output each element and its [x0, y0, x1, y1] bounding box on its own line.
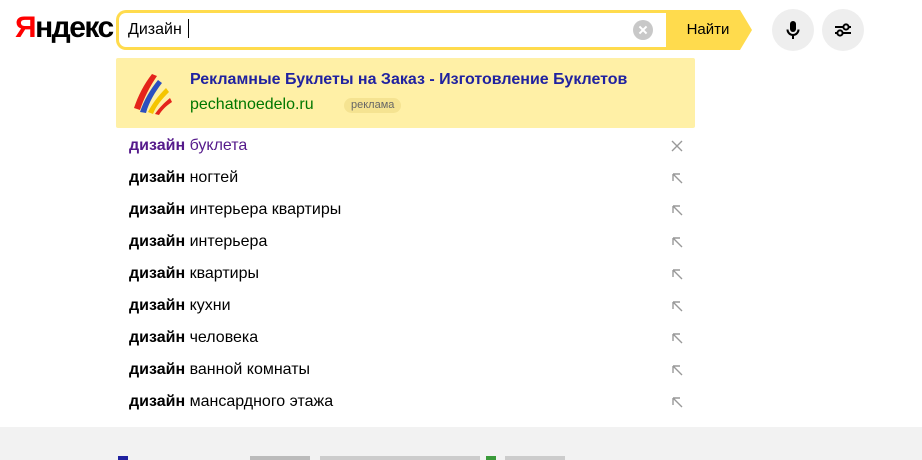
suggestion-bold-part: дизайн: [129, 169, 186, 186]
arrow-up-left-icon[interactable]: [670, 299, 684, 313]
suggestion-bold-part: дизайн: [129, 393, 186, 410]
arrow-up-left-icon[interactable]: [670, 331, 684, 345]
arrow-up-left-icon[interactable]: [670, 203, 684, 217]
arrow-up-left-icon[interactable]: [670, 267, 684, 281]
arrow-up-left-icon[interactable]: [670, 395, 684, 409]
search-query-text: Дизайн: [128, 21, 187, 38]
suggestion-bold-part: дизайн: [129, 265, 186, 282]
suggestion-rest-part: интерьера: [185, 233, 268, 250]
arrow-up-left-icon[interactable]: [670, 235, 684, 249]
yandex-logo[interactable]: Яндекс: [15, 10, 114, 46]
suggestion-rest-part: кухни: [185, 297, 231, 314]
search-button[interactable]: Найти: [666, 10, 752, 50]
suggestion-item[interactable]: дизайн ногтей: [129, 162, 689, 194]
ad-badge: реклама: [344, 98, 402, 113]
brush-strokes-logo-icon: [134, 74, 172, 115]
suggestion-rest-part: мансардного этажа: [185, 393, 334, 410]
arrow-up-left-icon[interactable]: [670, 171, 684, 185]
microphone-icon: [786, 21, 800, 39]
suggestion-item[interactable]: дизайн человека: [129, 322, 689, 354]
ad-title-link[interactable]: Рекламные Буклеты на Заказ - Изготовлени…: [190, 70, 627, 90]
suggestion-rest-part: квартиры: [185, 265, 260, 282]
suggestion-bold-part: дизайн: [129, 137, 186, 154]
suggestion-item[interactable]: дизайн буклета: [129, 130, 689, 162]
text-caret: [188, 19, 190, 38]
search-form: Дизайн Найти: [116, 10, 752, 50]
voice-search-button[interactable]: [772, 9, 814, 51]
ad-url[interactable]: pechatnoedelo.ru: [190, 95, 314, 115]
search-field[interactable]: Дизайн: [116, 10, 666, 50]
logo-rest: ндекс: [35, 11, 114, 44]
clear-icon[interactable]: [633, 20, 653, 40]
suggestion-bold-part: дизайн: [129, 201, 186, 218]
close-icon[interactable]: [670, 139, 684, 153]
arrow-up-left-icon[interactable]: [670, 363, 684, 377]
suggestion-rest-part: ногтей: [185, 169, 239, 186]
suggestion-item[interactable]: дизайн квартиры: [129, 258, 689, 290]
logo-first-letter: Я: [15, 11, 37, 44]
suggestion-bold-part: дизайн: [129, 329, 186, 346]
suggestion-rest-part: буклета: [185, 137, 248, 154]
search-input[interactable]: Дизайн: [128, 19, 190, 41]
suggestion-rest-part: интерьера квартиры: [185, 201, 342, 218]
suggestion-list: дизайн буклета дизайн ногтей дизайн интерь…: [129, 130, 689, 418]
suggestion-item[interactable]: дизайн интерьера: [129, 226, 689, 258]
suggestion-item[interactable]: дизайн мансардного этажа: [129, 386, 689, 418]
sliders-icon: [835, 23, 851, 37]
suggestion-bold-part: дизайн: [129, 233, 186, 250]
ad-suggestion[interactable]: Рекламные Буклеты на Заказ - Изготовлени…: [116, 58, 695, 128]
search-settings-button[interactable]: [822, 9, 864, 51]
suggestion-bold-part: дизайн: [129, 297, 186, 314]
suggestion-item[interactable]: дизайн интерьера квартиры: [129, 194, 689, 226]
suggestion-rest-part: ванной комнаты: [185, 361, 311, 378]
suggestion-item[interactable]: дизайн ванной комнаты: [129, 354, 689, 386]
suggestion-rest-part: человека: [185, 329, 259, 346]
suggestion-bold-part: дизайн: [129, 361, 186, 378]
suggestion-item[interactable]: дизайн кухни: [129, 290, 689, 322]
